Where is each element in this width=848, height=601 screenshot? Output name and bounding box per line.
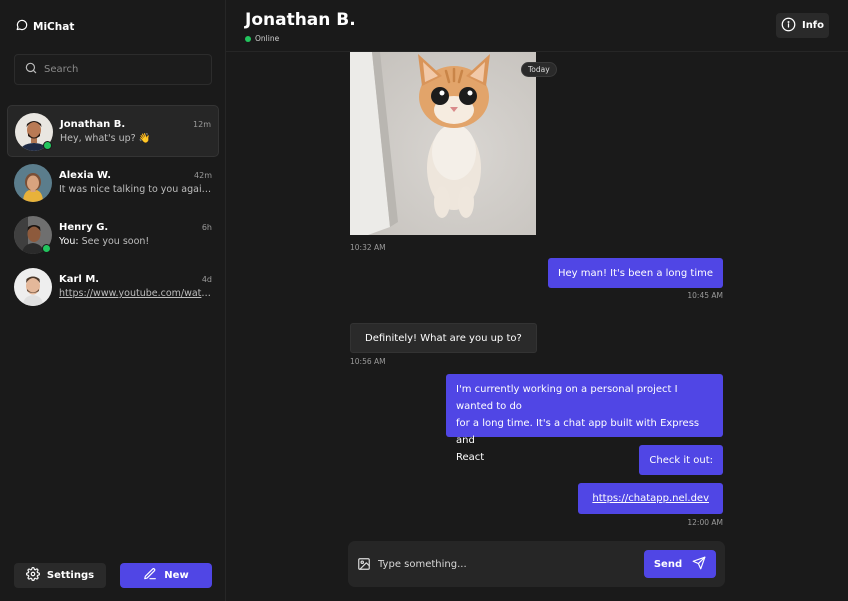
message-link[interactable]: https://chatapp.nel.dev [592,490,709,507]
avatar [14,164,52,202]
conversation-name: Alexia W. [59,170,112,181]
online-indicator [43,141,52,150]
image-attach-icon[interactable] [357,557,371,574]
message-bubble-outgoing: I'm currently working on a personal proj… [446,374,723,463]
conversation-preview-link[interactable]: https://www.youtube.com/watch... [59,288,213,299]
message-bubble-outgoing: https://chatapp.nel.dev [578,483,723,514]
message-text: Definitely! What are you up to? [365,332,522,344]
search-box[interactable] [14,54,212,85]
message-timestamp: 10:45 AM [687,291,723,300]
send-icon [692,556,706,573]
conversation-item-alexia[interactable]: Alexia W. 42m It was nice talking to you… [7,157,219,209]
send-button[interactable]: Send [644,550,716,578]
conversation-name: Henry G. [59,222,109,233]
message-bubble-outgoing: Hey man! It's been a long time [548,258,723,288]
new-chat-button[interactable]: New [120,563,212,588]
chat-title: Jonathan B. [245,10,356,30]
sidebar: MiChat Jonathan B. 12m Hey, what's up? 👋… [0,0,226,601]
brand: MiChat [15,19,74,35]
message-line: for a long time. It's a chat app built w… [456,418,700,446]
avatar [14,268,52,306]
info-button[interactable]: Info [776,13,829,38]
message-timestamp: 10:56 AM [350,357,386,366]
gear-icon [25,567,40,584]
message-composer: Send [348,541,725,587]
conversation-time: 4d [201,275,212,284]
search-icon [24,61,38,78]
status-text: Online [255,34,280,43]
settings-button[interactable]: Settings [14,563,106,588]
conversation-item-henry[interactable]: Henry G. 6h You: See you soon! [7,209,219,261]
app-name: MiChat [33,21,75,33]
message-timestamp: 12:00 AM [687,518,723,527]
info-label: Info [801,20,825,31]
message-text: Hey man! It's been a long time [558,267,713,279]
preview-text: See you soon! [81,236,150,247]
online-indicator [245,35,251,42]
info-icon [781,17,796,35]
chat-header: Jonathan B. Online Info [226,0,848,52]
conversation-preview: Hey, what's up? 👋 [60,133,151,144]
conversation-preview: You: See you soon! [59,236,213,247]
message-bubble-incoming: Definitely! What are you up to? [350,323,537,353]
message-text: Check it out: [649,454,713,466]
new-label: New [164,570,189,581]
message-timestamp: 10:32 AM [350,243,386,252]
date-divider: Today [521,62,557,77]
chat-bubble-icon [15,19,28,35]
conversation-time: 12m [193,120,211,129]
conversation-name: Jonathan B. [60,119,126,130]
online-indicator [42,244,51,253]
pencil-icon [143,567,157,584]
conversation-preview: It was nice talking to you again... [59,184,213,195]
preview-prefix: You: [59,236,79,247]
conversation-item-jonathan[interactable]: Jonathan B. 12m Hey, what's up? 👋 [7,105,219,157]
image-message[interactable] [350,52,536,235]
conversation-name: Karl M. [59,274,100,285]
conversation-time: 42m [194,171,212,180]
conversation-item-karl[interactable]: Karl M. 4d https://www.youtube.com/watch… [7,261,219,313]
message-line: I'm currently working on a personal proj… [456,384,678,412]
search-input[interactable] [44,64,194,75]
settings-label: Settings [46,570,95,581]
message-bubble-outgoing: Check it out: [639,445,723,475]
message-input[interactable] [378,555,638,573]
send-label: Send [653,558,683,570]
chat-panel: Jonathan B. Online Info Today 10:32 AM H… [226,0,848,601]
presence-status: Online [245,34,279,43]
conversation-time: 6h [201,223,212,232]
